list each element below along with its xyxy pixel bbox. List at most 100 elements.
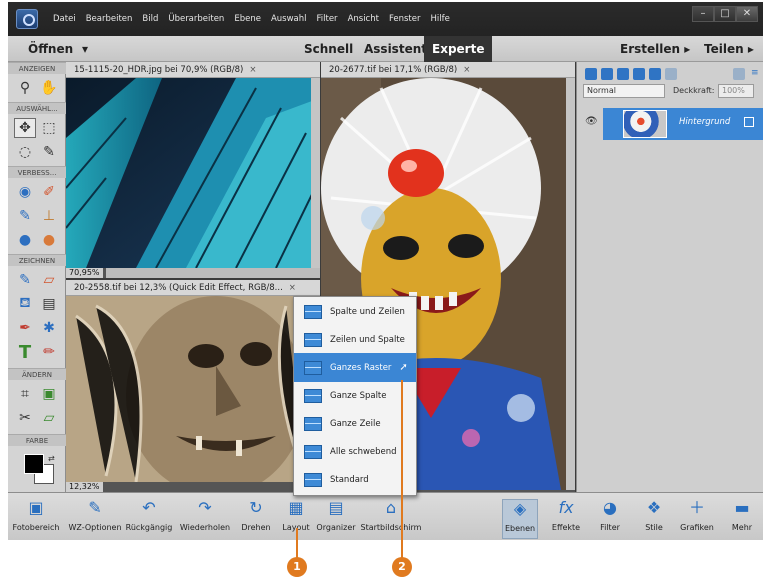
text-tool-icon[interactable]: T [14, 342, 36, 363]
open-button[interactable]: Öffnen [28, 36, 73, 62]
zoom-level: 12,32% [66, 482, 103, 492]
menu-bild[interactable]: Bild [137, 14, 163, 24]
smart-brush-tool-icon[interactable]: ✎ [14, 206, 36, 226]
layer-mask-icon[interactable] [633, 68, 645, 80]
layer-thumbnail [623, 110, 667, 138]
organizer-button[interactable]: ▤ Organizer [316, 499, 356, 539]
document-window-witch: 20-2558.tif bei 12,3% (Quick Edit Effect… [66, 280, 320, 492]
sponge-tool-icon[interactable]: ● [38, 230, 60, 250]
menu-bearbeiten[interactable]: Bearbeiten [81, 14, 138, 24]
new-layer-icon[interactable] [585, 68, 597, 80]
blend-mode-select[interactable]: Normal [583, 84, 665, 98]
layer-lock-icon [744, 117, 754, 127]
menu-ansicht[interactable]: Ansicht [343, 14, 384, 24]
paint-bucket-tool-icon[interactable]: ⛾ [14, 294, 36, 314]
lasso-tool-icon[interactable]: ◌ [14, 142, 36, 162]
effects-button[interactable]: fx Effekte [548, 499, 584, 539]
more-icon: ▬ [734, 498, 750, 517]
document-tab-title: 20-2677.tif bei 17,1% (RGB/8) [329, 65, 458, 75]
adjustment-layer-icon[interactable] [617, 68, 629, 80]
layout-option-default[interactable]: Standard [294, 465, 416, 494]
hand-tool-icon[interactable]: ✋ [38, 78, 60, 98]
tab-experte[interactable]: Experte [424, 36, 493, 62]
tab-schnell[interactable]: Schnell [304, 36, 353, 62]
layers-panel-button[interactable]: ◈ Ebenen [502, 499, 538, 539]
panel-menu-icon[interactable]: ≡ [751, 68, 759, 78]
layout-option-columns-rows[interactable]: Spalte und Zeilen [294, 297, 416, 326]
lock-pixels-icon[interactable] [649, 68, 661, 80]
eraser-tool-icon[interactable]: ▱ [38, 270, 60, 290]
blur-tool-icon[interactable]: ● [14, 230, 36, 250]
zoom-tool-icon[interactable]: ⚲ [14, 78, 36, 98]
crop-tool-icon[interactable]: ⌗ [14, 384, 36, 404]
recompose-tool-icon[interactable]: ▣ [38, 384, 60, 404]
undo-button[interactable]: ↶ Rückgängig [124, 499, 174, 539]
menu-ebene[interactable]: Ebene [229, 14, 266, 24]
menu-datei[interactable]: Datei [48, 14, 81, 24]
tool-options-button[interactable]: ✎ WZ-Optionen [66, 499, 124, 539]
maximize-button[interactable]: □ [714, 6, 736, 22]
layout-option-all-floating[interactable]: Alle schwebend [294, 437, 416, 466]
layout-option-full-column[interactable]: Ganze Spalte [294, 381, 416, 410]
close-tab-icon[interactable]: × [463, 65, 470, 75]
rotate-button[interactable]: ↻ Drehen [236, 499, 276, 539]
gradient-tool-icon[interactable]: ▤ [38, 294, 60, 314]
layer-row-background[interactable]: Hintergrund [603, 108, 763, 140]
document-tab-carnival[interactable]: 20-2677.tif bei 17,1% (RGB/8) × [321, 62, 575, 78]
visibility-eye-icon[interactable]: 👁 [585, 116, 598, 127]
menu-hilfe[interactable]: Hilfe [425, 14, 454, 24]
close-window-button[interactable]: ✕ [736, 6, 758, 22]
filter-button[interactable]: ◕ Filter [592, 499, 628, 539]
clone-stamp-tool-icon[interactable]: ⊥ [38, 206, 60, 226]
open-dropdown-icon[interactable]: ▾ [82, 36, 88, 62]
undo-icon: ↶ [142, 498, 156, 517]
red-eye-tool-icon[interactable]: ◉ [14, 182, 36, 202]
vertical-scrollbar[interactable] [566, 78, 575, 490]
horizontal-scrollbar[interactable] [106, 268, 320, 278]
marquee-tool-icon[interactable]: ⬚ [38, 118, 60, 138]
menu-auswahl[interactable]: Auswahl [266, 14, 312, 24]
tab-assistent[interactable]: Assistent [364, 36, 427, 62]
document-tab-witch[interactable]: 20-2558.tif bei 12,3% (Quick Edit Effect… [66, 280, 320, 296]
layout-option-rows-columns[interactable]: Zeilen und Spalte [294, 325, 416, 354]
section-color: FARBE [8, 434, 66, 446]
styles-button[interactable]: ❖ Stile [636, 499, 672, 539]
pencil-tool-icon[interactable]: ✏ [38, 342, 60, 362]
layers-icon: ◈ [513, 499, 527, 518]
brush-tool-icon[interactable]: ✎ [14, 270, 36, 290]
section-view: ANZEIGEN [8, 62, 66, 74]
new-group-icon[interactable] [601, 68, 613, 80]
layout-option-full-grid[interactable]: Ganzes Raster ➚ [294, 353, 416, 382]
menu-filter[interactable]: Filter [312, 14, 343, 24]
create-button[interactable]: Erstellen ▸ [620, 36, 690, 62]
document-tab-hdr[interactable]: 15-1115-20_HDR.jpg bei 70,9% (RGB/8) × [66, 62, 320, 78]
filter-icon: ◕ [603, 498, 617, 517]
opacity-input[interactable]: 100% [718, 84, 754, 98]
mode-bar: Öffnen ▾ Schnell Assistent Experte Erste… [8, 36, 763, 62]
home-screen-button[interactable]: ⌂ Startbildschirm [360, 499, 422, 539]
content-aware-move-icon[interactable]: ✂ [14, 408, 36, 428]
more-button[interactable]: ▬ Mehr [724, 499, 760, 539]
quick-selection-tool-icon[interactable]: ✎ [38, 142, 60, 162]
photo-bin-button[interactable]: ▣ Fotobereich [12, 499, 60, 539]
layout-option-full-row[interactable]: Ganze Zeile [294, 409, 416, 438]
menu-ueberarbeiten[interactable]: Überarbeiten [163, 14, 229, 24]
swap-colors-icon[interactable]: ⇄ [48, 454, 55, 463]
eyedropper-tool-icon[interactable]: ✒ [14, 318, 36, 338]
lock-all-icon[interactable] [665, 68, 677, 80]
trash-icon[interactable] [733, 68, 745, 80]
share-button[interactable]: Teilen ▸ [704, 36, 754, 62]
vertical-scrollbar[interactable] [311, 78, 320, 268]
move-tool-icon[interactable]: ✥ [14, 118, 36, 138]
minimize-button[interactable]: – [692, 6, 714, 22]
graphics-button[interactable]: ＋ Grafiken [676, 499, 718, 539]
hdr-building-image [66, 78, 320, 268]
menu-fenster[interactable]: Fenster [384, 14, 426, 24]
plus-icon: ＋ [688, 498, 705, 517]
spot-healing-tool-icon[interactable]: ✐ [38, 182, 60, 202]
custom-shape-tool-icon[interactable]: ✱ [38, 318, 60, 338]
straighten-tool-icon[interactable]: ⏥ [38, 408, 60, 428]
redo-button[interactable]: ↷ Wiederholen [178, 499, 232, 539]
close-tab-icon[interactable]: × [289, 283, 296, 293]
close-tab-icon[interactable]: × [249, 65, 256, 75]
